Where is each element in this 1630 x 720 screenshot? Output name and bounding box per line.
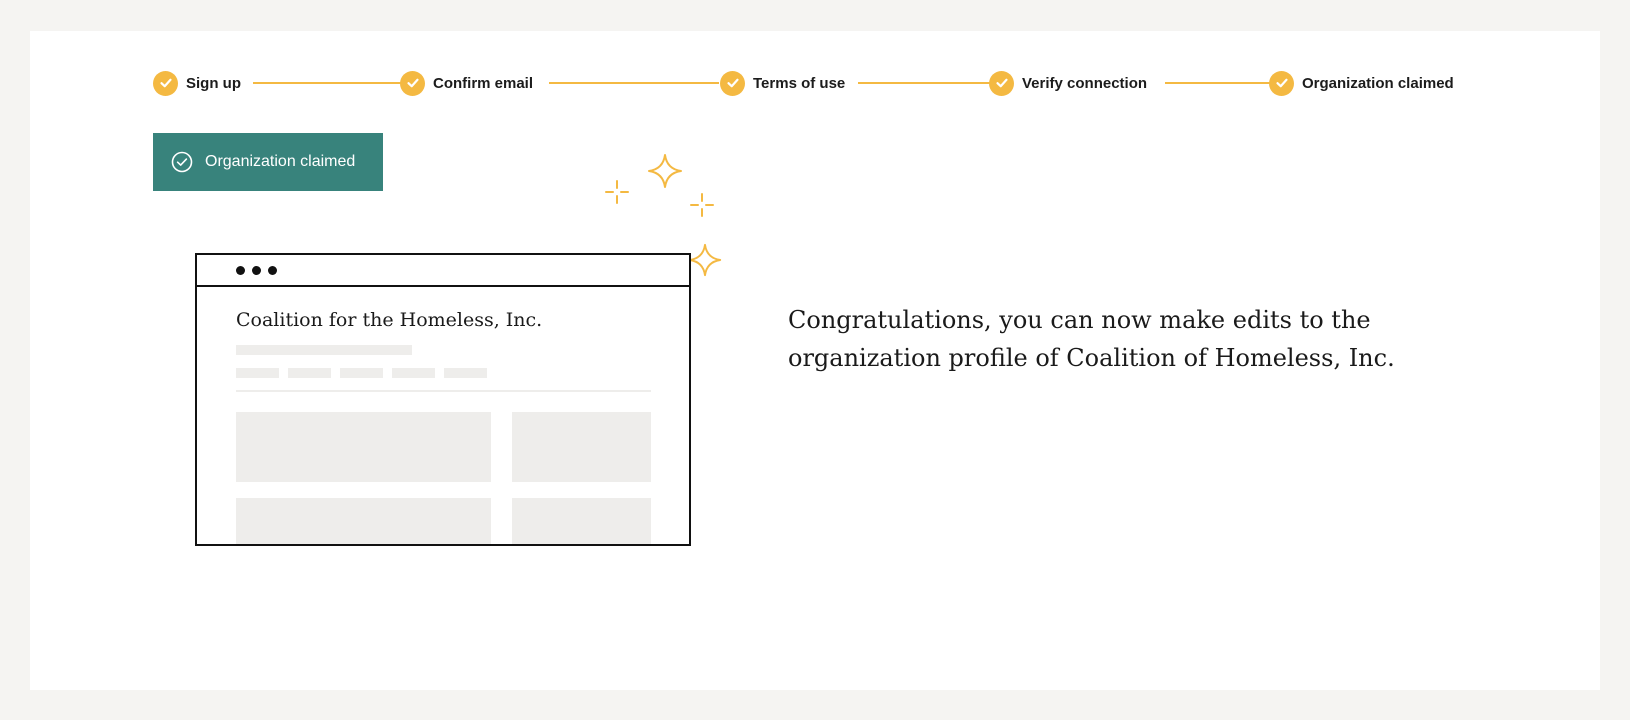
sparkle-icon (688, 243, 722, 277)
check-icon (1269, 70, 1294, 96)
step-connector (253, 82, 401, 84)
placeholder-line (236, 345, 412, 355)
content-card: Sign up Confirm email Terms of use Verif… (30, 31, 1600, 690)
status-badge: Organization claimed (153, 133, 383, 191)
placeholder-block (236, 498, 491, 544)
window-dot (268, 265, 277, 275)
progress-stepper: Sign up Confirm email Terms of use Verif… (153, 69, 1503, 97)
placeholder-block (512, 412, 651, 482)
org-name: Coalition for the Homeless, Inc. (236, 309, 543, 331)
success-message: Congratulations, you can now make edits … (788, 306, 1395, 372)
step-connector (858, 82, 990, 84)
placeholder-chip (340, 368, 383, 378)
placeholder-chip (236, 368, 279, 378)
placeholder-chip (444, 368, 487, 378)
placeholder-chip (288, 368, 331, 378)
placeholder-block (512, 498, 651, 544)
sparkle-icon (648, 154, 682, 188)
check-circle-icon (171, 151, 193, 173)
profile-preview-illustration: Coalition for the Homeless, Inc. (195, 253, 691, 546)
window-dot (252, 265, 261, 275)
badge-label: Organization claimed (205, 153, 356, 170)
step-confirm-email: Confirm email (400, 69, 533, 97)
window-dot (236, 265, 245, 275)
sparkle-cross-icon (605, 180, 629, 204)
step-label: Confirm email (433, 74, 534, 92)
step-terms-of-use: Terms of use (720, 69, 845, 97)
step-organization-claimed: Organization claimed (1269, 69, 1454, 97)
step-verify-connection: Verify connection (989, 69, 1147, 97)
placeholder-block (236, 412, 491, 482)
check-icon (989, 70, 1014, 96)
step-label: Terms of use (753, 74, 846, 92)
browser-titlebar (197, 255, 689, 287)
step-label: Verify connection (1022, 74, 1148, 92)
step-connector (1165, 82, 1271, 84)
step-label: Sign up (186, 74, 241, 92)
divider (236, 390, 651, 392)
step-connector (549, 82, 719, 84)
step-sign-up: Sign up (153, 69, 241, 97)
placeholder-chip (392, 368, 435, 378)
check-icon (153, 70, 178, 96)
check-icon (400, 70, 425, 96)
sparkle-cross-icon (690, 193, 714, 217)
step-label: Organization claimed (1302, 74, 1454, 92)
check-icon (720, 70, 745, 96)
